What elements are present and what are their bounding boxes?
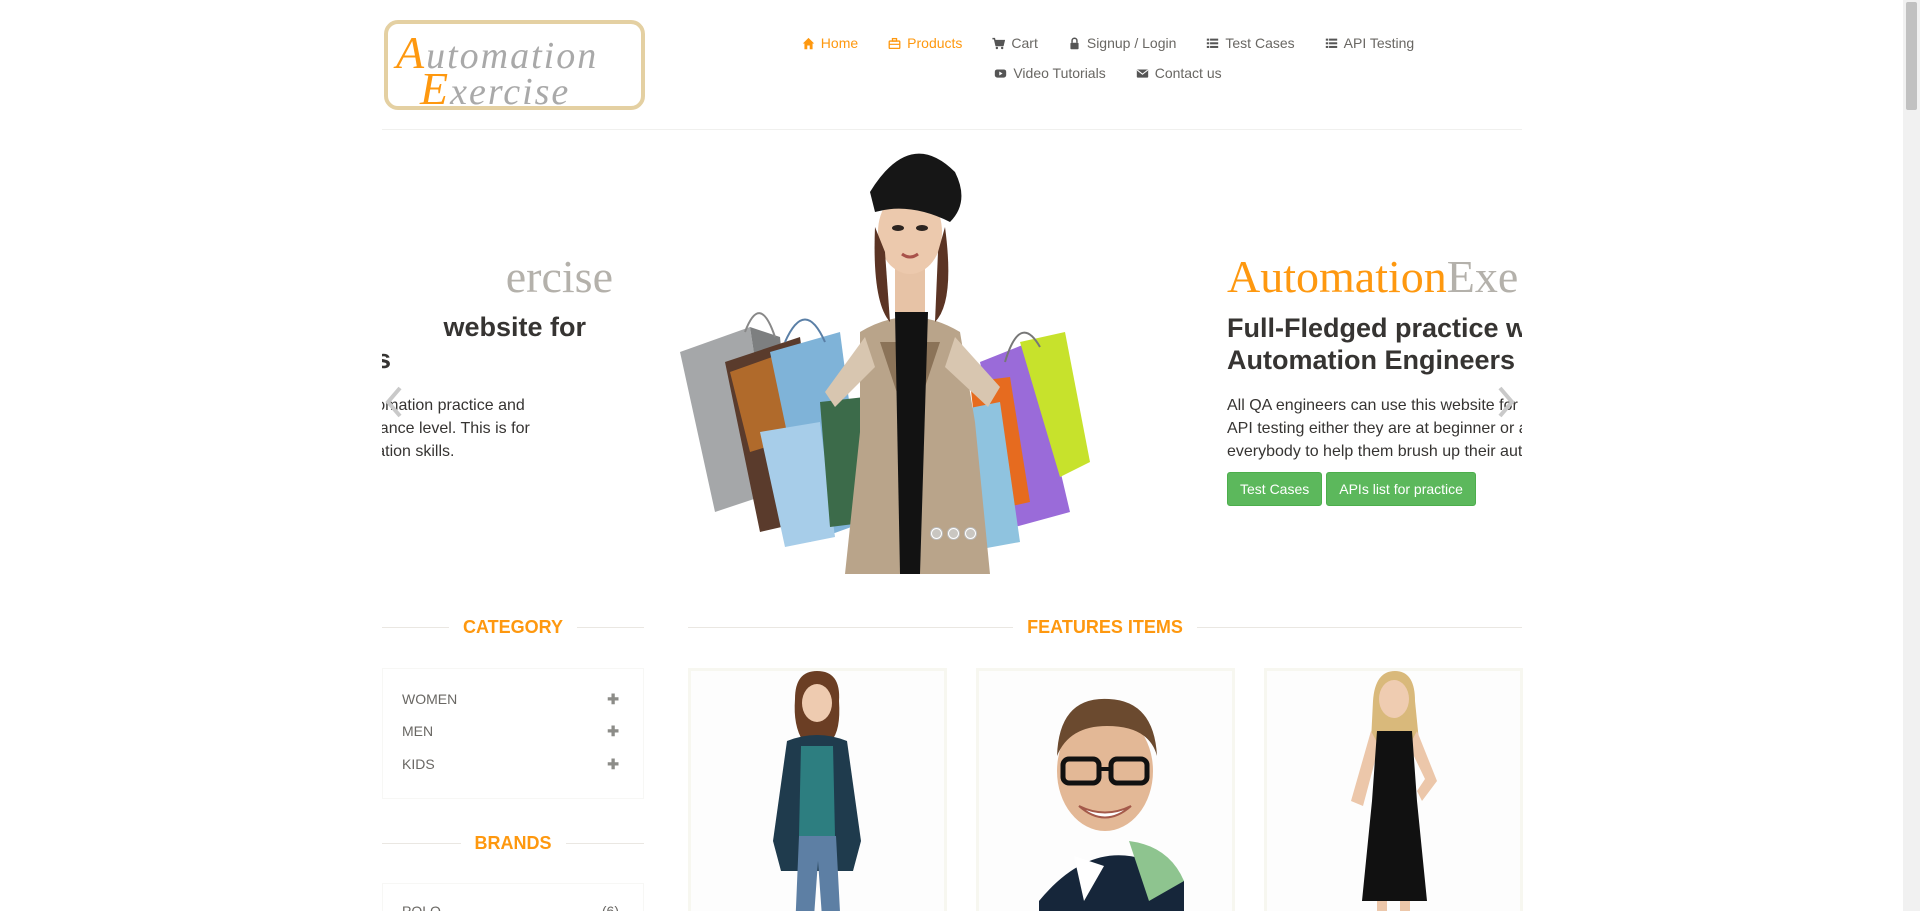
slide-text: All QA engineers can use this website fo… xyxy=(1227,397,1522,460)
scrollbar-thumb[interactable] xyxy=(1906,2,1917,110)
product-card xyxy=(688,668,947,911)
prev-slide-brand: ercise xyxy=(505,251,613,302)
divider xyxy=(382,626,449,628)
site-header: Automation Exercise Home Products Cart S… xyxy=(382,18,1522,130)
carousel-indicator-1[interactable] xyxy=(931,528,942,539)
nav-row-1: Home Products Cart Signup / Login Test C… xyxy=(773,28,1443,58)
nav-api-testing[interactable]: API Testing xyxy=(1325,35,1414,51)
nav-cart[interactable]: Cart xyxy=(992,35,1038,51)
category-women[interactable]: WOMEN ✚ xyxy=(402,689,619,709)
home-icon xyxy=(802,37,814,49)
list-icon xyxy=(1325,38,1337,48)
product-card xyxy=(1264,668,1523,911)
prev-slide-heading-line1: website for xyxy=(443,312,586,342)
carousel-indicators xyxy=(931,528,976,539)
previous-slide-fragment: ercise website for s automation practice… xyxy=(382,132,622,574)
product-image[interactable] xyxy=(1267,671,1520,911)
plus-icon[interactable]: ✚ xyxy=(607,756,619,773)
divider xyxy=(577,626,645,628)
brand-polo[interactable]: POLO (6) xyxy=(402,901,619,911)
slide-buttons: Test Cases APIs list for practice xyxy=(1227,472,1476,506)
page-scrollbar[interactable] xyxy=(1903,0,1920,911)
prev-slide-heading-line2: s xyxy=(382,344,392,374)
product-image[interactable] xyxy=(979,671,1232,911)
nav-row-2: Video Tutorials Contact us xyxy=(773,58,1443,88)
features-items-heading: FEATURES ITEMS xyxy=(688,617,1523,637)
apis-list-button[interactable]: APIs list for practice xyxy=(1326,472,1476,506)
main-navigation: Home Products Cart Signup / Login Test C… xyxy=(773,28,1443,88)
category-kids[interactable]: KIDS ✚ xyxy=(402,754,619,774)
carousel-next-icon[interactable] xyxy=(1494,382,1518,422)
hero-shopping-girl-image xyxy=(680,153,1090,574)
youtube-icon xyxy=(995,68,1007,78)
divider xyxy=(688,626,1014,628)
list-icon xyxy=(1207,38,1219,48)
category-men[interactable]: MEN ✚ xyxy=(402,721,619,741)
category-heading: CATEGORY xyxy=(382,617,645,637)
product-card xyxy=(976,668,1235,911)
plus-icon[interactable]: ✚ xyxy=(607,691,619,708)
nav-contact-us[interactable]: Contact us xyxy=(1136,65,1222,81)
divider xyxy=(1196,626,1523,628)
products-icon xyxy=(888,37,901,49)
brands-heading: BRANDS xyxy=(382,833,645,853)
divider xyxy=(382,842,461,844)
nav-signup-login[interactable]: Signup / Login xyxy=(1068,35,1176,51)
plus-icon[interactable]: ✚ xyxy=(607,723,619,740)
site-logo[interactable]: Automation Exercise xyxy=(384,20,645,110)
prev-slide-text: automation practice and advance level. T… xyxy=(382,397,530,460)
slide-heading: Full-Fledged practice w Automation Engin… xyxy=(1227,313,1522,375)
carousel-prev-icon[interactable] xyxy=(382,382,406,422)
carousel-indicator-2[interactable] xyxy=(948,528,959,539)
category-panel: WOMEN ✚ MEN ✚ KIDS ✚ xyxy=(382,668,644,799)
logo-line-2: Exercise xyxy=(420,63,571,110)
carousel-indicator-3[interactable] xyxy=(965,528,976,539)
nav-home[interactable]: Home xyxy=(802,35,858,51)
test-cases-button[interactable]: Test Cases xyxy=(1227,472,1323,506)
brands-panel: POLO (6) xyxy=(382,883,644,911)
current-slide: AutomationExe Full-Fledged practice w Au… xyxy=(1227,132,1522,574)
divider xyxy=(565,842,645,844)
nav-products[interactable]: Products xyxy=(888,35,962,51)
cart-icon xyxy=(992,37,1006,49)
product-image[interactable] xyxy=(691,671,944,911)
lock-icon xyxy=(1070,37,1079,49)
slide-brand: AutomationExe xyxy=(1227,251,1519,302)
envelope-icon xyxy=(1136,68,1148,78)
nav-test-cases[interactable]: Test Cases xyxy=(1206,35,1295,51)
hero-carousel: ercise website for s automation practice… xyxy=(382,132,1522,574)
nav-video-tutorials[interactable]: Video Tutorials xyxy=(994,65,1106,81)
